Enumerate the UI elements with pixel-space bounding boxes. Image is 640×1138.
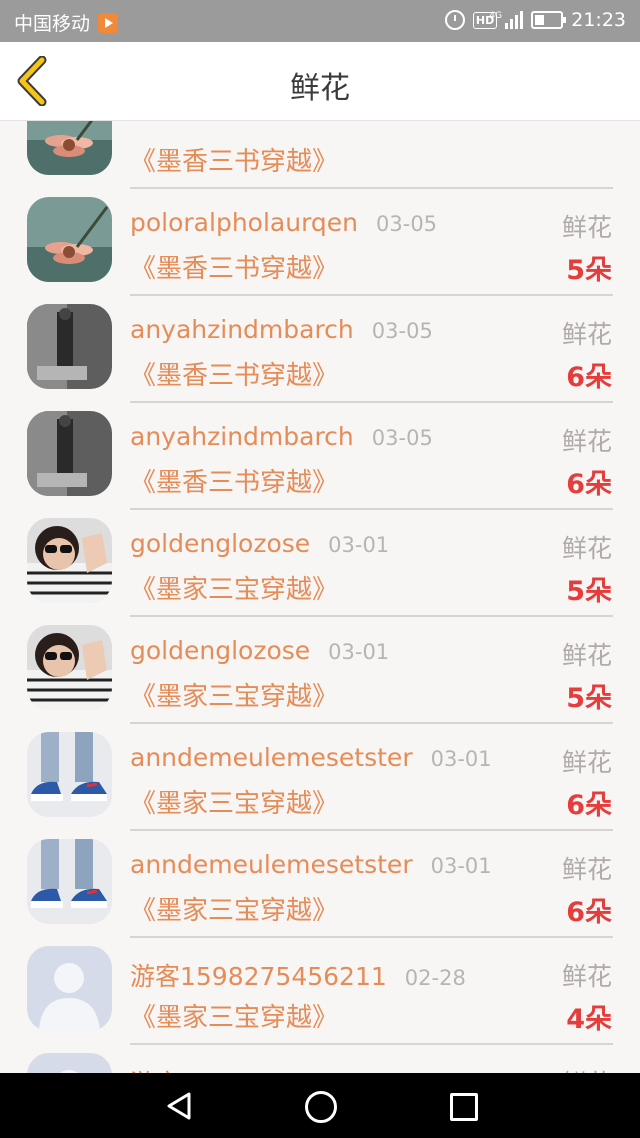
gift-type: 鲜花	[562, 1064, 612, 1073]
user-name-text: goldenglozose	[130, 636, 311, 665]
circle-home-icon[interactable]	[305, 1091, 337, 1123]
user-name-text: poloralpholaurqen	[130, 208, 359, 237]
record-date: 03-05	[371, 319, 433, 343]
triangle-back-icon[interactable]	[165, 1091, 193, 1121]
gift-type: 鲜花	[561, 855, 612, 884]
user-name: anndemeulemesetster 03-01	[130, 743, 492, 772]
record-date: 02-28	[404, 966, 466, 990]
gift-type: 鲜花	[561, 427, 612, 456]
gift-type: 鲜花	[561, 748, 612, 777]
list-item[interactable]: anndemeulemesetster 03-01 《墨家三宝穿越》 鲜花 6朵	[0, 810, 640, 938]
clock: 21:23	[571, 9, 626, 31]
user-name: 游客159827545621102-28	[130, 1064, 466, 1073]
list-item[interactable]: 游客159827545621102-28《墨家三宝穿越》鲜花4朵	[0, 917, 640, 1045]
record-date: 03-05	[376, 212, 438, 236]
list-item[interactable]: poloralpholaurqen 03-05 《墨香三书穿越》 鲜花 5朵	[0, 168, 640, 296]
record-date: 03-01	[430, 854, 492, 878]
header: 鲜花	[0, 42, 640, 121]
gift-type: 鲜花	[561, 534, 612, 563]
user-name: anyahzindmbarch 03-05	[130, 422, 433, 451]
record-date: 03-01	[328, 533, 390, 557]
list-item[interactable]: 游客159827545621102-28《墨家三宝穿越》鲜花4朵	[0, 1024, 640, 1073]
user-name-text: 游客1598275456211	[130, 962, 387, 991]
list-item[interactable]: anyahzindmbarch 03-05 《墨香三书穿越》 鲜花 6朵	[0, 382, 640, 510]
user-name: anyahzindmbarch 03-05	[130, 315, 433, 344]
user-name-text: anyahzindmbarch	[130, 422, 354, 451]
alarm-icon	[444, 10, 465, 30]
record-date: 03-01	[328, 640, 390, 664]
avatar[interactable]	[27, 197, 112, 282]
record-date: 03-05	[371, 426, 433, 450]
gift-type: 鲜花	[561, 320, 612, 349]
carrier-label: 中国移动	[14, 13, 91, 35]
user-name-text: anndemeulemesetster	[130, 743, 413, 772]
user-name: 游客1598275456211 02-28	[130, 957, 466, 993]
status-icons: HD 4G 21:23	[444, 9, 626, 31]
user-name: goldenglozose 03-01	[130, 636, 389, 665]
list-item[interactable]: anndemeulemesetster 03-01 《墨家三宝穿越》 鲜花 6朵	[0, 703, 640, 831]
list-item[interactable]: 《墨香三书穿越》	[0, 121, 640, 189]
user-name-text: anndemeulemesetster	[130, 850, 413, 879]
battery-icon	[531, 11, 567, 29]
user-name-text: anyahzindmbarch	[130, 315, 354, 344]
flower-record-list[interactable]: 《墨香三书穿越》 poloralpholaurqen 03-05 《墨香三书穿越》 鲜花…	[0, 121, 640, 1073]
network-label: 4G	[489, 11, 502, 21]
user-name: goldenglozose 03-01	[130, 529, 389, 558]
square-recent-icon[interactable]	[450, 1093, 478, 1121]
avatar[interactable]	[27, 518, 112, 603]
status-bar: 中国移动 HD 4G 21:23	[0, 0, 640, 42]
avatar[interactable]	[27, 732, 112, 817]
avatar[interactable]	[27, 839, 112, 924]
list-item[interactable]: anyahzindmbarch 03-05 《墨香三书穿越》 鲜花 6朵	[0, 275, 640, 403]
play-icon	[98, 13, 119, 33]
avatar[interactable]	[27, 411, 112, 496]
avatar[interactable]	[27, 946, 112, 1031]
avatar[interactable]	[27, 625, 112, 710]
system-nav-bar	[0, 1073, 640, 1138]
user-name: anndemeulemesetster 03-01	[130, 850, 492, 879]
user-name-text: goldenglozose	[130, 529, 311, 558]
list-item[interactable]: goldenglozose 03-01 《墨家三宝穿越》 鲜花 5朵	[0, 489, 640, 617]
gift-type: 鲜花	[561, 213, 612, 242]
carrier: 中国移动	[14, 9, 119, 36]
list-item[interactable]: goldenglozose 03-01 《墨家三宝穿越》 鲜花 5朵	[0, 596, 640, 724]
avatar[interactable]	[27, 304, 112, 389]
signal-icon: 4G	[489, 11, 524, 29]
gift-type: 鲜花	[561, 962, 612, 991]
record-date: 03-01	[430, 747, 492, 771]
avatar[interactable]	[27, 121, 112, 175]
gift-type: 鲜花	[561, 641, 612, 670]
avatar[interactable]	[27, 1053, 112, 1073]
page-title: 鲜花	[290, 71, 350, 106]
user-name	[130, 121, 148, 130]
user-name: poloralpholaurqen 03-05	[130, 208, 437, 237]
